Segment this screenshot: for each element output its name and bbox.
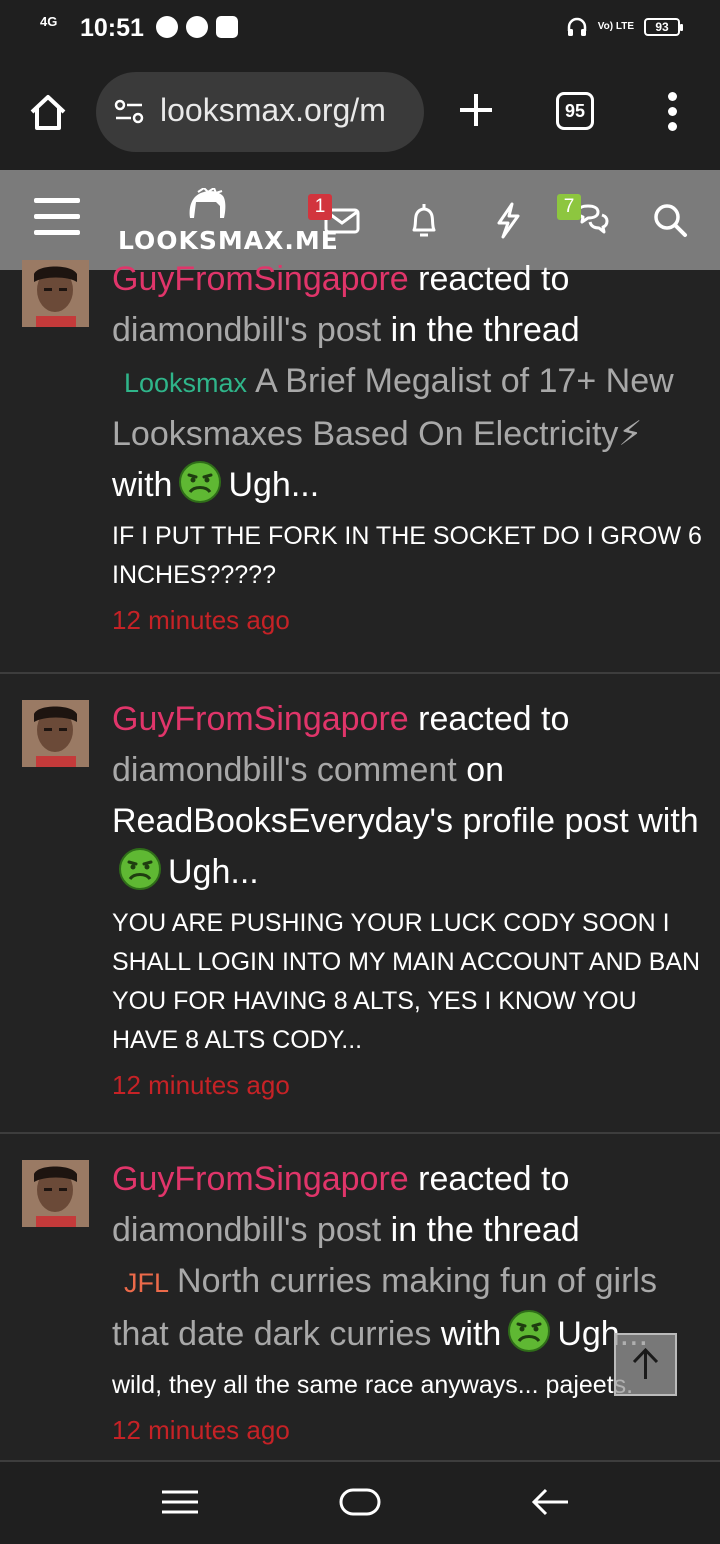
scroll-to-top-button[interactable] <box>614 1333 677 1396</box>
messenger-icon <box>186 16 208 38</box>
avatar[interactable] <box>22 1160 89 1227</box>
sick-face-emoji-icon <box>179 461 222 503</box>
recent-apps-icon[interactable] <box>158 1482 202 1522</box>
battery-icon: 93 <box>644 18 683 36</box>
action-text: reacted to <box>418 1160 570 1198</box>
headphones-icon <box>567 17 586 36</box>
lightning-icon[interactable] <box>488 200 528 240</box>
comment-link[interactable]: diamondbill's comment <box>112 751 457 789</box>
url-text[interactable]: looksmax.org/m <box>160 92 386 129</box>
thread-prefix[interactable]: JFL <box>112 1268 177 1298</box>
arrow-up-icon <box>632 1347 659 1379</box>
conversations-badge: 7 <box>557 194 581 220</box>
back-icon[interactable] <box>528 1482 572 1522</box>
username-link[interactable]: GuyFromSingapore <box>112 260 409 298</box>
profile-post-link[interactable]: ReadBooksEveryday's profile post <box>112 802 629 840</box>
site-settings-icon[interactable] <box>114 98 144 126</box>
reaction-label: Ugh... <box>168 853 259 891</box>
notification-icons <box>156 16 238 38</box>
with-text: with <box>638 802 699 840</box>
new-tab-icon[interactable] <box>456 90 496 130</box>
action-text: reacted to <box>418 260 570 298</box>
browser-toolbar: looksmax.org/m 95 <box>0 56 720 170</box>
post-link[interactable]: diamondbill's post <box>112 311 381 349</box>
timestamp: 12 minutes ago <box>112 1415 290 1445</box>
network-indicator: 4G <box>40 14 58 29</box>
with-text: with <box>112 466 173 504</box>
connector-text: in the thread <box>390 311 580 349</box>
status-bar: 4G 10:51 Vo) LTE 93 <box>0 0 720 56</box>
home-icon[interactable] <box>26 90 70 134</box>
connector-text: on <box>466 751 505 789</box>
avatar[interactable] <box>22 700 89 767</box>
avatar[interactable] <box>22 260 89 327</box>
alert-content: GuyFromSingapore reacted to diamondbill'… <box>112 694 702 1102</box>
username-link[interactable]: GuyFromSingapore <box>112 700 409 738</box>
action-text: reacted to <box>418 700 570 738</box>
timestamp: 12 minutes ago <box>112 605 290 635</box>
post-snippet: IF I PUT THE FORK IN THE SOCKET DO I GRO… <box>112 522 702 589</box>
search-icon[interactable] <box>650 200 690 240</box>
browser-menu-icon[interactable] <box>660 92 684 132</box>
hair-logo-icon <box>189 188 226 218</box>
sick-face-emoji-icon <box>119 848 161 890</box>
system-nav-bar <box>0 1462 720 1544</box>
connector-text: in the thread <box>390 1211 580 1249</box>
with-text: with <box>440 1315 502 1353</box>
list-item[interactable]: GuyFromSingapore reacted to diamondbill'… <box>0 1134 720 1462</box>
telegram-icon <box>156 16 178 38</box>
status-right: Vo) LTE 93 <box>566 16 683 38</box>
post-snippet: YOU ARE PUSHING YOUR LUCK CODY SOON I SH… <box>112 909 701 1054</box>
bell-icon[interactable] <box>404 200 444 240</box>
home-nav-icon[interactable] <box>338 1482 382 1522</box>
alert-content: GuyFromSingapore reacted to diamondbill'… <box>112 254 702 637</box>
youtube-icon <box>216 16 238 38</box>
site-logo[interactable]: LOOKSMAX.ME <box>118 188 338 255</box>
reaction-label: Ugh... <box>228 466 320 504</box>
clock: 10:51 <box>80 14 144 42</box>
volte-indicator: Vo) LTE <box>597 21 634 32</box>
thread-prefix[interactable]: Looksmax <box>112 368 255 398</box>
post-link[interactable]: diamondbill's post <box>112 1211 381 1249</box>
logo-text: LOOKSMAX.ME <box>118 226 339 255</box>
inbox-badge: 1 <box>308 194 332 220</box>
list-item[interactable]: GuyFromSingapore reacted to diamondbill'… <box>0 674 720 1134</box>
sick-face-emoji-icon <box>508 1310 551 1352</box>
list-item[interactable]: GuyFromSingapore reacted to diamondbill'… <box>0 260 720 674</box>
username-link[interactable]: GuyFromSingapore <box>112 1160 409 1198</box>
address-bar[interactable]: looksmax.org/m <box>96 72 424 152</box>
timestamp: 12 minutes ago <box>112 1070 290 1100</box>
tab-switcher-button[interactable]: 95 <box>556 92 594 130</box>
hamburger-menu-icon[interactable] <box>34 198 80 238</box>
alert-content: GuyFromSingapore reacted to diamondbill'… <box>112 1154 702 1447</box>
